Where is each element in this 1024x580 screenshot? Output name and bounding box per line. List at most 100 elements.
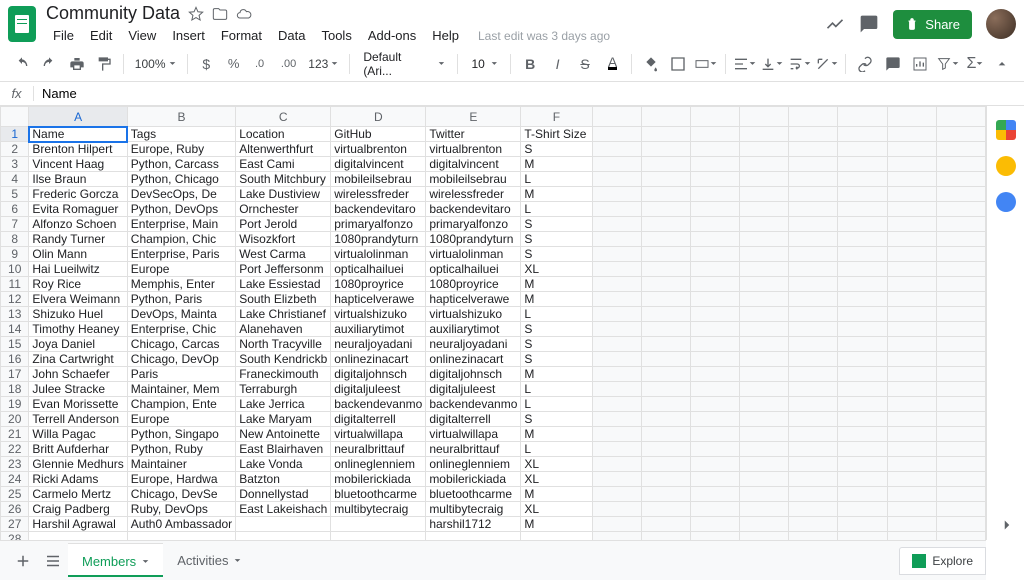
cell[interactable]: onlineglenniem xyxy=(426,457,521,472)
cell[interactable]: neuralbrittauf xyxy=(331,442,426,457)
cell[interactable]: Donnellystad xyxy=(236,487,331,502)
cell[interactable]: Joya Daniel xyxy=(29,337,127,352)
cell[interactable]: Lake Vonda xyxy=(236,457,331,472)
cell[interactable]: North Tracyville xyxy=(236,337,331,352)
cell[interactable] xyxy=(936,502,985,517)
cell[interactable] xyxy=(887,142,936,157)
cell[interactable] xyxy=(690,277,739,292)
cell[interactable]: Auth0 Ambassador xyxy=(127,517,235,532)
cell[interactable]: Lake Essiestad xyxy=(236,277,331,292)
cell[interactable] xyxy=(887,187,936,202)
calendar-sidebar-icon[interactable] xyxy=(996,120,1016,140)
cell[interactable]: M xyxy=(521,277,592,292)
cell[interactable] xyxy=(740,292,789,307)
row-header[interactable]: 3 xyxy=(1,157,29,172)
filter-icon[interactable] xyxy=(936,52,959,76)
cell[interactable] xyxy=(936,322,985,337)
cell[interactable]: virtualwillapa xyxy=(426,427,521,442)
cell[interactable] xyxy=(887,397,936,412)
cell[interactable] xyxy=(740,202,789,217)
cell[interactable]: Enterprise, Chic xyxy=(127,322,235,337)
menu-format[interactable]: Format xyxy=(214,26,269,45)
cell[interactable]: digitalterrell xyxy=(426,412,521,427)
cell[interactable] xyxy=(690,382,739,397)
cell[interactable] xyxy=(936,277,985,292)
row-header[interactable]: 10 xyxy=(1,262,29,277)
cell[interactable]: John Schaefer xyxy=(29,367,127,382)
cell[interactable] xyxy=(690,307,739,322)
italic-icon[interactable]: I xyxy=(546,52,569,76)
cell[interactable] xyxy=(592,127,641,142)
cell[interactable] xyxy=(592,457,641,472)
cell[interactable]: Python, Chicago xyxy=(127,172,235,187)
row-header[interactable]: 27 xyxy=(1,517,29,532)
menu-tools[interactable]: Tools xyxy=(314,26,358,45)
cell[interactable] xyxy=(740,412,789,427)
cell[interactable] xyxy=(936,427,985,442)
cell[interactable] xyxy=(592,517,641,532)
cell[interactable] xyxy=(789,472,838,487)
cell[interactable] xyxy=(936,487,985,502)
cell[interactable] xyxy=(740,487,789,502)
cell[interactable]: digitaljuleest xyxy=(426,382,521,397)
cell[interactable]: Frederic Gorcza xyxy=(29,187,127,202)
cell[interactable]: Evan Morissette xyxy=(29,397,127,412)
cell[interactable]: Chicago, Carcas xyxy=(127,337,235,352)
cell[interactable]: Ornchester xyxy=(236,202,331,217)
menu-data[interactable]: Data xyxy=(271,26,312,45)
cell[interactable] xyxy=(838,532,887,541)
share-button[interactable]: Share xyxy=(893,10,972,39)
cell[interactable] xyxy=(887,292,936,307)
cell[interactable]: Franeckimouth xyxy=(236,367,331,382)
explore-button[interactable]: Explore xyxy=(899,547,986,575)
column-header[interactable]: B xyxy=(127,107,235,127)
column-header[interactable] xyxy=(740,107,789,127)
cell[interactable] xyxy=(838,397,887,412)
cell[interactable] xyxy=(887,337,936,352)
cell[interactable] xyxy=(936,382,985,397)
cell[interactable] xyxy=(789,247,838,262)
column-header[interactable]: E xyxy=(426,107,521,127)
cell[interactable]: Brenton Hilpert xyxy=(29,142,127,157)
cell[interactable]: Ilse Braun xyxy=(29,172,127,187)
cell[interactable] xyxy=(641,157,690,172)
cell[interactable] xyxy=(690,412,739,427)
cell[interactable] xyxy=(690,217,739,232)
cell[interactable]: digitaljuleest xyxy=(331,382,426,397)
spreadsheet-grid[interactable]: ABCDEF1NameTagsLocationGitHubTwitterT-Sh… xyxy=(0,106,986,540)
cell[interactable]: Champion, Chic xyxy=(127,232,235,247)
cell[interactable] xyxy=(838,487,887,502)
cell[interactable]: Lake Christianef xyxy=(236,307,331,322)
cell[interactable]: Wisozkfort xyxy=(236,232,331,247)
cell[interactable] xyxy=(936,232,985,247)
cell[interactable]: 1080prandyturn xyxy=(331,232,426,247)
cell[interactable] xyxy=(887,442,936,457)
cell[interactable]: wirelessfreder xyxy=(331,187,426,202)
cell[interactable] xyxy=(592,397,641,412)
cell[interactable]: Port Jeffersonm xyxy=(236,262,331,277)
cell[interactable] xyxy=(887,352,936,367)
cell[interactable]: harshil1712 xyxy=(426,517,521,532)
cell[interactable] xyxy=(641,307,690,322)
cell[interactable]: M xyxy=(521,292,592,307)
cell[interactable] xyxy=(789,532,838,541)
row-header[interactable]: 4 xyxy=(1,172,29,187)
cell[interactable] xyxy=(740,172,789,187)
collapse-toolbar-icon[interactable] xyxy=(991,52,1014,76)
cell[interactable] xyxy=(641,202,690,217)
cell[interactable] xyxy=(592,292,641,307)
cell[interactable]: multibytecraig xyxy=(331,502,426,517)
menu-help[interactable]: Help xyxy=(425,26,466,45)
cell[interactable] xyxy=(936,127,985,142)
cell[interactable] xyxy=(838,187,887,202)
cell[interactable]: Europe xyxy=(127,412,235,427)
cell[interactable]: Python, Ruby xyxy=(127,442,235,457)
cell[interactable]: New Antoinette xyxy=(236,427,331,442)
cell[interactable] xyxy=(789,367,838,382)
cell[interactable] xyxy=(740,472,789,487)
bold-icon[interactable]: B xyxy=(518,52,541,76)
cell[interactable] xyxy=(740,262,789,277)
cell[interactable] xyxy=(936,457,985,472)
cell[interactable] xyxy=(592,172,641,187)
cell[interactable]: Ricki Adams xyxy=(29,472,127,487)
